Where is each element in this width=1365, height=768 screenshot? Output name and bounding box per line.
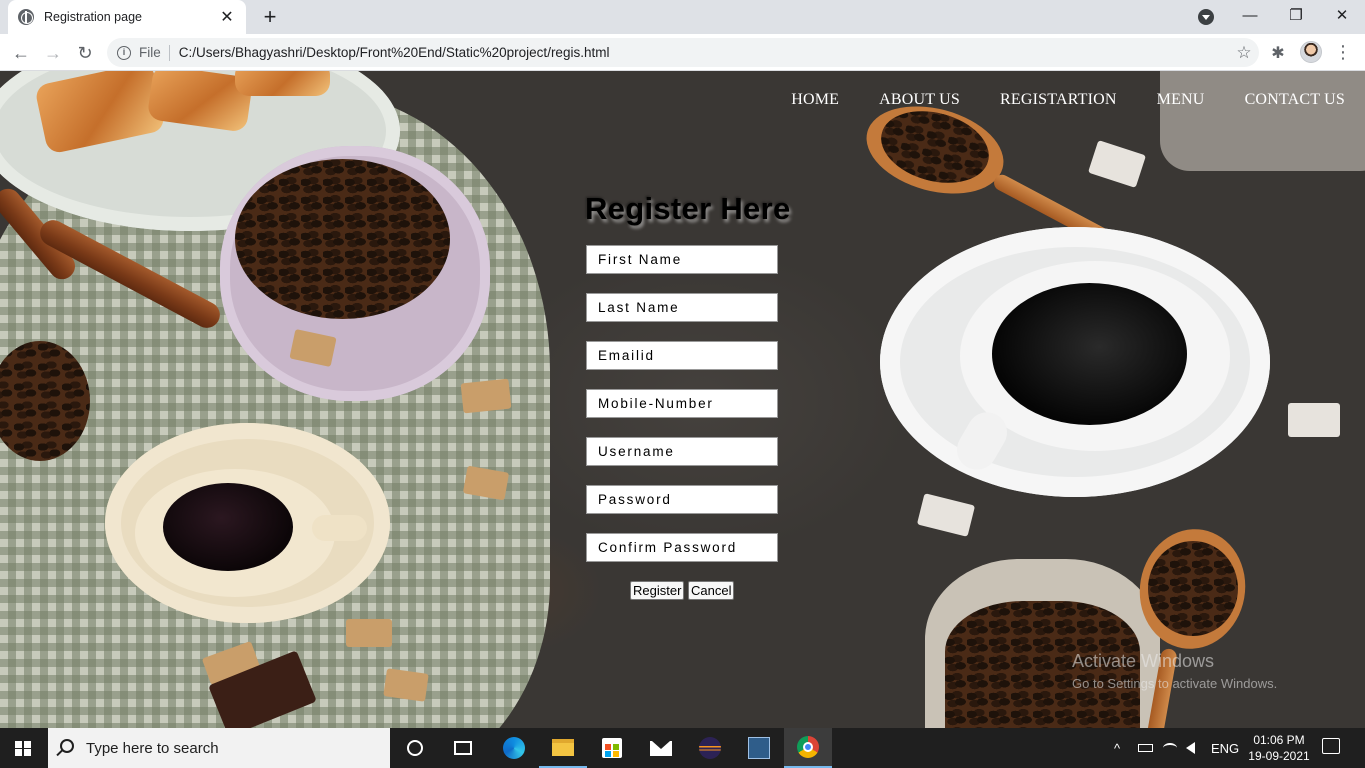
nav-home-link[interactable]: HOME <box>791 91 839 109</box>
browser-tabstrip: Registration page ✕ + — ❐ ✕ <box>0 0 1365 34</box>
tab-close-icon[interactable]: ✕ <box>218 7 236 27</box>
coffee-beans-image <box>235 159 450 319</box>
back-button[interactable]: ← <box>8 40 34 66</box>
extensions-icon[interactable]: ✱ <box>1268 43 1288 63</box>
url-text[interactable]: C:/Users/Bhagyashri/Desktop/Front%20End/… <box>179 45 1229 60</box>
start-button[interactable] <box>0 728 46 768</box>
forward-button[interactable]: → <box>40 40 66 66</box>
wifi-icon[interactable] <box>1163 728 1177 768</box>
store-taskbar-button[interactable] <box>588 728 636 768</box>
task-view-icon <box>454 741 472 755</box>
task-view-button[interactable] <box>439 728 487 768</box>
volume-icon[interactable] <box>1186 728 1195 768</box>
tab-title: Registration page <box>44 10 142 24</box>
new-tab-button[interactable]: + <box>258 5 282 29</box>
jar-image <box>1160 71 1365 171</box>
cancel-button[interactable]: Cancel <box>688 581 735 600</box>
sugar-cube-image <box>383 668 429 702</box>
bookmark-star-icon[interactable]: ☆ <box>1229 43 1259 63</box>
restore-button[interactable]: ❐ <box>1273 0 1319 34</box>
chrome-icon <box>797 736 819 758</box>
watermark-subtitle: Go to Settings to activate Windows. <box>1072 676 1278 691</box>
app-taskbar-button[interactable] <box>735 728 783 768</box>
close-window-button[interactable]: ✕ <box>1319 0 1365 34</box>
nav-menu-link[interactable]: MENU <box>1157 91 1205 109</box>
edge-icon <box>503 737 525 759</box>
search-icon <box>60 739 74 753</box>
profile-avatar[interactable] <box>1300 41 1322 63</box>
globe-icon <box>18 9 34 25</box>
taskbar-clock[interactable]: 01:06 PM 19-09-2021 <box>1240 732 1318 764</box>
sugar-cube-image <box>1288 403 1340 437</box>
mail-taskbar-button[interactable] <box>637 728 685 768</box>
register-button[interactable]: Register <box>630 581 685 600</box>
edge-taskbar-button[interactable] <box>490 728 538 768</box>
app-icon <box>748 737 770 759</box>
reload-button[interactable]: ↻ <box>72 40 98 66</box>
eclipse-taskbar-button[interactable] <box>686 728 734 768</box>
coffee-beans-image <box>1148 541 1238 636</box>
cortana-icon <box>407 740 423 756</box>
username-field[interactable]: Username <box>586 437 778 466</box>
file-explorer-taskbar-button[interactable] <box>539 728 587 768</box>
site-nav: HOME ABOUT US REGISTARTION MENU CONTACT … <box>751 91 1345 109</box>
first-name-field[interactable]: First Name <box>586 245 778 274</box>
clock-date: 19-09-2021 <box>1248 749 1310 763</box>
mail-icon <box>650 740 672 756</box>
pastry-image <box>235 71 330 96</box>
notifications-icon[interactable] <box>1322 738 1340 754</box>
address-bar[interactable]: i File C:/Users/Bhagyashri/Desktop/Front… <box>107 38 1259 67</box>
taskbar: Type here to search ^ ENG 01:06 PM 19-09… <box>0 728 1365 768</box>
tray-expand-button[interactable]: ^ <box>1114 728 1120 768</box>
search-placeholder: Type here to search <box>86 739 219 757</box>
mobile-number-field[interactable]: Mobile-Number <box>586 389 778 418</box>
sugar-cube-image <box>346 619 392 647</box>
cortana-button[interactable] <box>391 728 439 768</box>
sugar-cube-image <box>1087 140 1147 188</box>
address-separator <box>168 44 170 61</box>
email-field[interactable]: Emailid <box>586 341 778 370</box>
nav-contact-link[interactable]: CONTACT US <box>1245 91 1345 109</box>
right-coffee-image <box>992 283 1187 425</box>
minimize-button[interactable]: — <box>1227 0 1273 34</box>
battery-icon[interactable] <box>1138 728 1153 768</box>
confirm-password-field[interactable]: Confirm Password <box>586 533 778 562</box>
language-indicator[interactable]: ENG <box>1211 728 1239 768</box>
browser-menu-icon[interactable]: ⋮ <box>1333 40 1353 66</box>
eclipse-icon <box>699 737 721 759</box>
browser-tab[interactable]: Registration page ✕ <box>8 0 246 34</box>
page-viewport: HOME ABOUT US REGISTARTION MENU CONTACT … <box>0 71 1365 728</box>
taskbar-search-box[interactable]: Type here to search <box>48 728 390 768</box>
tab-search-icon[interactable] <box>1198 9 1214 25</box>
left-cup-handle-image <box>312 515 367 541</box>
info-icon[interactable]: i <box>117 45 131 60</box>
browser-toolbar: ← → ↻ i File C:/Users/Bhagyashri/Desktop… <box>0 34 1365 71</box>
folder-icon <box>552 738 574 756</box>
last-name-field[interactable]: Last Name <box>586 293 778 322</box>
store-icon <box>602 738 622 758</box>
password-field[interactable]: Password <box>586 485 778 514</box>
activate-windows-watermark: Activate Windows Go to Settings to activ… <box>1072 651 1277 691</box>
watermark-title: Activate Windows <box>1072 651 1215 671</box>
clock-time: 01:06 PM <box>1253 733 1305 747</box>
form-title: Register Here <box>585 191 791 226</box>
nav-about-link[interactable]: ABOUT US <box>879 91 960 109</box>
left-coffee-image <box>163 483 293 571</box>
sugar-cube-image <box>916 493 976 537</box>
sugar-cube-image <box>460 378 512 414</box>
chrome-taskbar-button[interactable] <box>784 728 832 768</box>
nav-registration-link[interactable]: REGISTARTION <box>1000 91 1117 109</box>
scheme-label: File <box>139 45 161 60</box>
windows-logo-icon <box>15 741 31 756</box>
